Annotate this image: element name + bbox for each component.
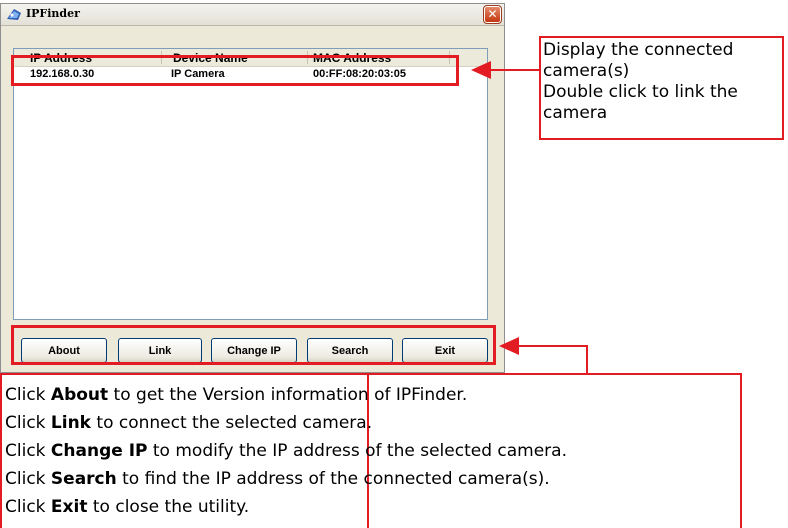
buttons-highlight xyxy=(11,325,496,365)
callout-text: camera xyxy=(543,103,608,123)
callout-keyword: Change IP xyxy=(50,441,148,461)
list-callout: Display the connected camera(s) Double c… xyxy=(539,36,784,140)
device-list[interactable]: IP Address Device Name MAC Address 192.1… xyxy=(13,48,488,320)
callout-prefix: Click xyxy=(5,441,46,461)
callout-keyword: About xyxy=(50,385,109,405)
callout-keyword: Link xyxy=(50,413,91,433)
callout-text: to connect the selected camera. xyxy=(91,413,373,433)
callout-text: Double click to link the xyxy=(543,82,738,102)
callout-prefix: Click xyxy=(5,413,46,433)
list-row-highlight xyxy=(11,55,459,86)
buttons-callout: Click About to get the Version informati… xyxy=(0,373,742,528)
arrow-line-bottom-h xyxy=(517,345,588,347)
callout-line-link: Click Link to connect the selected camer… xyxy=(5,409,740,437)
arrow-head-bottom xyxy=(499,337,519,355)
callout-text: camera(s) xyxy=(543,61,630,81)
callout-text: to find the IP address of the connected … xyxy=(116,469,550,489)
callout-text: to modify the IP address of the selected… xyxy=(147,441,567,461)
callout-text: Display the connected xyxy=(543,40,734,60)
callout-prefix: Click xyxy=(5,469,46,489)
callout-keyword: Exit xyxy=(50,497,88,517)
title-bar[interactable]: IPFinder ✕ xyxy=(1,4,504,26)
callout-line-search: Click Search to find the IP address of t… xyxy=(5,465,740,493)
window-title: IPFinder xyxy=(26,7,80,20)
callout-prefix: Click xyxy=(5,385,46,405)
callout-line-about: Click About to get the Version informati… xyxy=(5,381,740,409)
callout-keyword: Search xyxy=(50,469,117,489)
callout-text: to get the Version information of IPFind… xyxy=(108,385,468,405)
ipfinder-app-icon xyxy=(7,9,21,20)
callout-line-exit: Click Exit to close the utility. xyxy=(5,493,740,521)
callout-prefix: Click xyxy=(5,497,46,517)
arrow-head-top xyxy=(471,61,491,79)
callout-text: to close the utility. xyxy=(87,497,250,517)
arrow-line-bottom-v xyxy=(586,345,588,375)
arrow-line-top xyxy=(489,69,539,71)
callout-line-change-ip: Click Change IP to modify the IP address… xyxy=(5,437,740,465)
close-icon[interactable]: ✕ xyxy=(483,5,502,24)
